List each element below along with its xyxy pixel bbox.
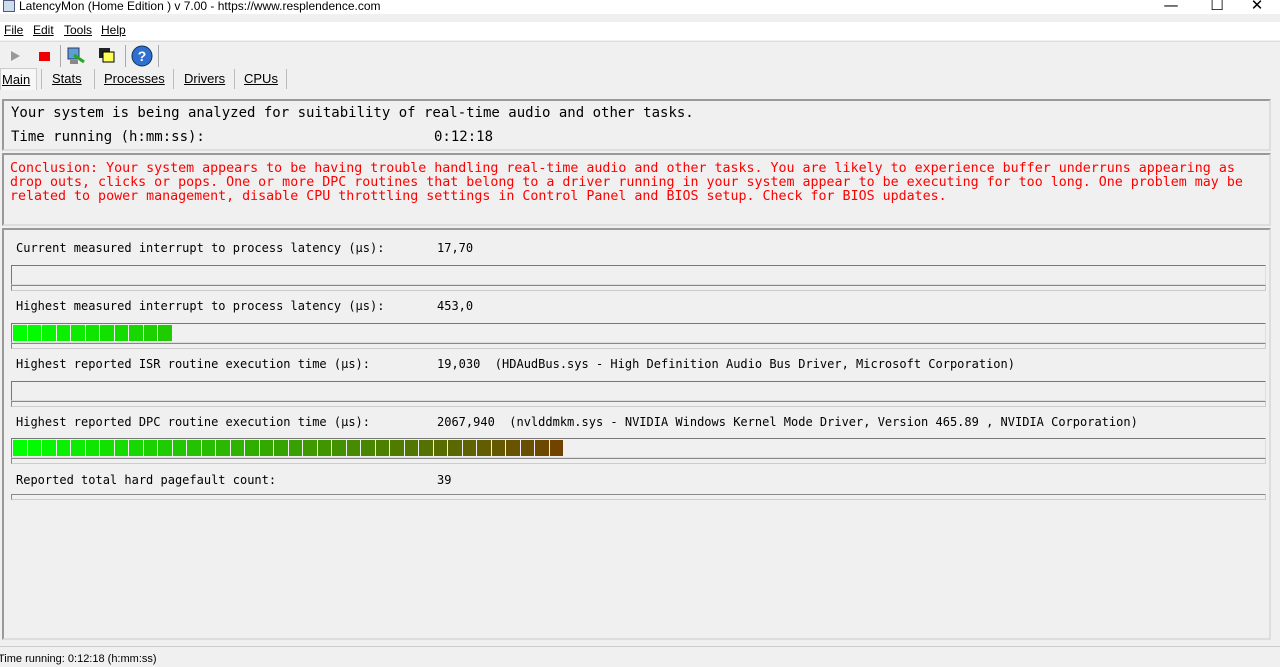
window-title: LatencyMon (Home Edition ) v 7.00 - http… — [19, 0, 381, 13]
bar-segment — [346, 440, 360, 456]
bar-segment — [129, 440, 143, 456]
bar-segment — [85, 325, 99, 341]
bar-segment — [390, 440, 404, 456]
tab-stats[interactable]: Stats — [52, 68, 82, 90]
stop-icon[interactable] — [33, 45, 55, 67]
time-running-value: 0:12:18 — [434, 129, 494, 145]
isr-time-bar — [11, 381, 1266, 401]
app-icon — [3, 0, 15, 12]
bar-segment — [158, 440, 172, 456]
bar-segment — [71, 325, 85, 341]
minimize-button[interactable]: — — [1148, 0, 1194, 16]
conclusion-text: Conclusion: Your system appears to be ha… — [10, 161, 1243, 204]
bar-segment — [143, 440, 157, 456]
tab-processes[interactable]: Processes — [104, 68, 165, 90]
divider — [11, 401, 1266, 407]
bar-segment — [477, 440, 491, 456]
bar-segment — [13, 325, 27, 341]
analysis-panel: Your system is being analyzed for suitab… — [2, 99, 1271, 151]
highest-latency-label: Highest measured interrupt to process la… — [16, 299, 385, 313]
bar-segment — [56, 440, 70, 456]
bar-segment — [85, 440, 99, 456]
metrics-panel: Current measured interrupt to process la… — [2, 228, 1271, 640]
bar-segment — [245, 440, 259, 456]
bar-segment — [274, 440, 288, 456]
bar-segment — [129, 325, 143, 341]
bar-segment — [520, 440, 534, 456]
bar-segment — [114, 440, 128, 456]
dpc-time-value: 2067,940 (nvlddmkm.sys - NVIDIA Windows … — [437, 415, 1138, 429]
tab-drivers[interactable]: Drivers — [184, 68, 225, 90]
divider — [11, 343, 1266, 349]
isr-time-value: 19,030 (HDAudBus.sys - High Definition A… — [437, 357, 1015, 371]
bar-segment — [506, 440, 520, 456]
bar-segment — [549, 440, 563, 456]
bar-segment — [462, 440, 476, 456]
time-running-label: Time running (h:mm:ss): — [11, 129, 205, 145]
close-button[interactable]: ✕ — [1234, 0, 1280, 16]
bar-segment — [42, 325, 56, 341]
divider — [11, 458, 1266, 464]
menu-bar: File Edit Tools Help — [0, 22, 1280, 40]
analyzing-text: Your system is being analyzed for suitab… — [11, 105, 694, 121]
dpc-time-label: Highest reported DPC routine execution t… — [16, 415, 371, 429]
isr-time-label: Highest reported ISR routine execution t… — [16, 357, 371, 371]
title-bar: LatencyMon (Home Edition ) v 7.00 - http… — [0, 0, 1280, 14]
bar-segment — [100, 325, 114, 341]
highest-latency-value: 453,0 — [437, 299, 474, 313]
pagefault-label: Reported total hard pagefault count: — [16, 473, 277, 487]
bar-segment — [187, 440, 201, 456]
bar-segment — [259, 440, 273, 456]
divider — [11, 494, 1266, 500]
menu-file[interactable]: File — [4, 23, 23, 37]
current-latency-value: 17,70 — [437, 241, 474, 255]
bar-segment — [216, 440, 230, 456]
bar-segment — [361, 440, 375, 456]
bar-segment — [100, 440, 114, 456]
menu-edit[interactable]: Edit — [33, 23, 54, 37]
bar-segment — [535, 440, 549, 456]
bar-segment — [332, 440, 346, 456]
bar-segment — [13, 440, 27, 456]
bar-segment — [433, 440, 447, 456]
bar-segment — [419, 440, 433, 456]
bar-segment — [375, 440, 389, 456]
current-latency-bar — [11, 265, 1266, 285]
bar-segment — [201, 440, 215, 456]
monitor-icon[interactable] — [64, 45, 86, 67]
windows-icon[interactable] — [96, 45, 118, 67]
current-latency-label: Current measured interrupt to process la… — [16, 241, 385, 255]
dpc-time-bar — [11, 438, 1266, 458]
bar-segment — [56, 325, 70, 341]
bar-segment — [71, 440, 85, 456]
conclusion-panel: Conclusion: Your system appears to be ha… — [2, 153, 1271, 226]
menu-help[interactable]: Help — [101, 23, 126, 37]
tab-bar: Main Stats Processes Drivers CPUs — [0, 68, 1280, 92]
tab-cpus[interactable]: CPUs — [244, 68, 278, 90]
menu-tools[interactable]: Tools — [64, 23, 92, 37]
divider — [11, 285, 1266, 291]
bar-segment — [158, 325, 172, 341]
play-icon[interactable] — [4, 45, 26, 67]
tab-main[interactable]: Main — [0, 68, 37, 90]
bar-segment — [303, 440, 317, 456]
bar-segment — [230, 440, 244, 456]
bar-segment — [404, 440, 418, 456]
highest-latency-bar — [11, 323, 1266, 343]
bar-segment — [143, 325, 157, 341]
pagefault-value: 39 — [437, 473, 452, 487]
bar-segment — [288, 440, 302, 456]
bar-segment — [491, 440, 505, 456]
bar-segment — [114, 325, 128, 341]
bar-segment — [27, 440, 41, 456]
svg-text:?: ? — [138, 48, 147, 64]
bar-segment — [27, 325, 41, 341]
bar-segment — [172, 440, 186, 456]
bar-segment — [317, 440, 331, 456]
bar-segment — [448, 440, 462, 456]
bar-segment — [42, 440, 56, 456]
status-bar-text: Time running: 0:12:18 (h:mm:ss) — [0, 653, 157, 665]
help-icon[interactable]: ? — [131, 45, 153, 67]
toolbar: ? — [0, 41, 1280, 67]
